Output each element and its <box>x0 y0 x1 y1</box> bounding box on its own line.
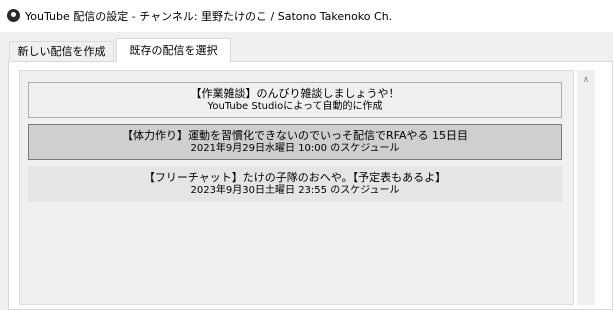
broadcast-subtitle: YouTube Studioによって自動的に作成 <box>207 101 383 112</box>
broadcast-schedule: 2023年9月30日土曜日 23:55 のスケジュール <box>190 185 400 196</box>
title-bar: YouTube 配信の設定 - チャンネル: 里野たけのこ / Satono T… <box>0 0 613 32</box>
broadcast-schedule: 2021年9月29日水曜日 10:00 のスケジュール <box>190 143 400 154</box>
broadcast-item[interactable]: 【作業雑談】のんびり雑談しましょうや！ YouTube Studioによって自動… <box>28 82 562 118</box>
broadcast-list[interactable]: 【作業雑談】のんびり雑談しましょうや！ YouTube Studioによって自動… <box>19 70 574 305</box>
broadcast-title: 【体力作り】運動を習慣化できないのでいっそ配信でRFAやる 15日目 <box>122 129 468 142</box>
window-title: YouTube 配信の設定 - チャンネル: 里野たけのこ / Satono T… <box>25 10 393 23</box>
tab-strip: 新しい配信を作成 既存の配信を選択 <box>0 38 613 62</box>
broadcast-item-selected[interactable]: 【体力作り】運動を習慣化できないのでいっそ配信でRFAやる 15日目 2021年… <box>28 124 562 160</box>
broadcast-title: 【作業雑談】のんびり雑談しましょうや！ <box>190 87 400 100</box>
vertical-scrollbar[interactable]: ∧ <box>577 70 595 305</box>
tab-panel: 【作業雑談】のんびり雑談しましょうや！ YouTube Studioによって自動… <box>8 61 613 310</box>
tab-select-existing-broadcast[interactable]: 既存の配信を選択 <box>116 38 231 62</box>
obs-icon <box>7 9 20 22</box>
tab-create-new-broadcast[interactable]: 新しい配信を作成 <box>9 41 114 60</box>
broadcast-item[interactable]: 【フリーチャット】たけの子隊のおへや。【予定表もあるよ】 2023年9月30日土… <box>28 166 562 202</box>
chevron-up-icon[interactable]: ∧ <box>577 72 595 88</box>
broadcast-title: 【フリーチャット】たけの子隊のおへや。【予定表もあるよ】 <box>143 171 447 184</box>
